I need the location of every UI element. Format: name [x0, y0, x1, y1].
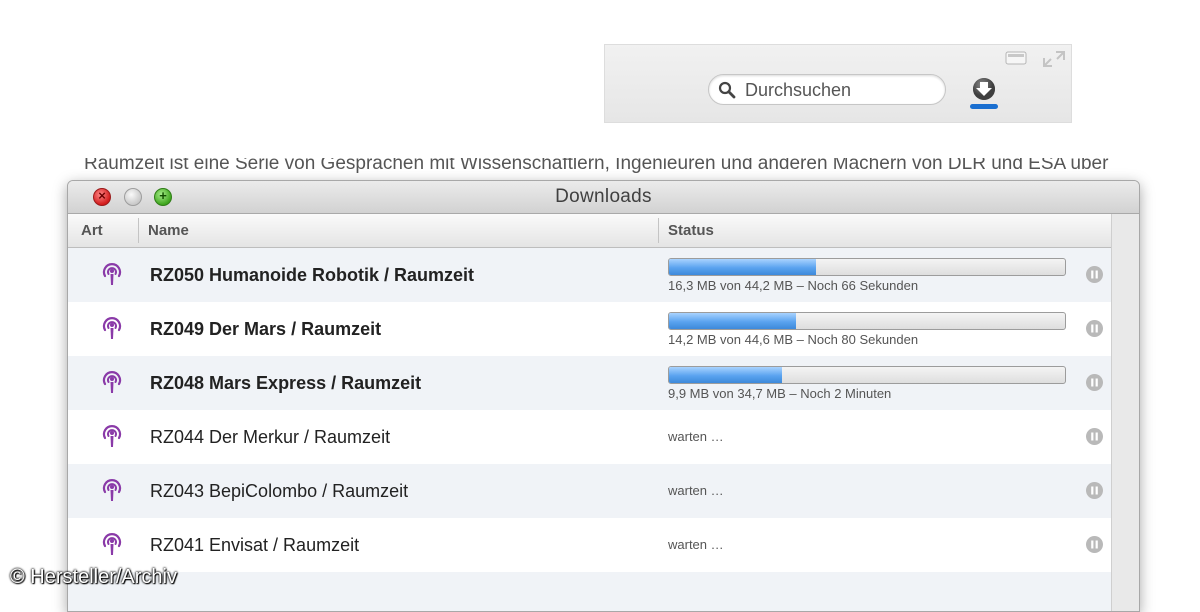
podcast-icon: [102, 317, 122, 339]
download-status: warten …: [668, 537, 724, 552]
progress-bar: [668, 366, 1066, 384]
progress-fill: [669, 313, 796, 329]
download-name: RZ043 BepiColombo / Raumzeit: [150, 481, 409, 501]
podcast-icon: [102, 533, 122, 555]
download-row[interactable]: RZ044 Der Merkur / Raumzeit warten …: [68, 410, 1111, 464]
progress-fill: [669, 259, 816, 275]
download-name: RZ048 Mars Express / Raumzeit: [150, 373, 422, 393]
pause-icon[interactable]: [1085, 319, 1104, 338]
search-input[interactable]: [743, 78, 937, 103]
podcast-icon: [102, 425, 122, 447]
download-status: 14,2 MB von 44,6 MB – Noch 80 Sekunden: [668, 332, 919, 347]
window-titlebar[interactable]: × + Downloads: [68, 181, 1139, 214]
podcast-icon: [102, 479, 122, 501]
podcast-icon: [102, 371, 122, 393]
progress-bar: [668, 312, 1066, 330]
column-divider[interactable]: [658, 218, 659, 243]
pause-icon[interactable]: [1085, 265, 1104, 284]
browser-toolbar: [604, 44, 1072, 123]
progress-bar: [668, 258, 1066, 276]
download-status: warten …: [668, 429, 724, 444]
pause-icon[interactable]: [1085, 427, 1104, 446]
downloads-window: × + Downloads Art Name Status RZ050 Huma…: [67, 180, 1140, 612]
download-status: warten …: [668, 483, 724, 498]
search-icon: [718, 81, 736, 99]
fullscreen-icon[interactable]: [1041, 49, 1067, 69]
copyright-text: © Hersteller/Archiv: [10, 566, 177, 588]
download-arrow-icon[interactable]: [967, 75, 1001, 111]
column-header-art[interactable]: Art: [81, 214, 103, 247]
download-name: RZ041 Envisat / Raumzeit: [150, 535, 360, 555]
progress-fill: [669, 367, 782, 383]
downloads-list: RZ050 Humanoide Robotik / Raumzeit 16,3 M…: [68, 248, 1111, 611]
download-row[interactable]: RZ050 Humanoide Robotik / Raumzeit 16,3 M…: [68, 248, 1111, 302]
download-row[interactable]: RZ048 Mars Express / Raumzeit 9,9 MB von …: [68, 356, 1111, 410]
pause-icon[interactable]: [1085, 481, 1104, 500]
window-mode-icon[interactable]: [1005, 51, 1027, 65]
download-name: RZ050 Humanoide Robotik / Raumzeit: [150, 265, 475, 285]
column-header-status[interactable]: Status: [668, 214, 714, 247]
download-name: RZ044 Der Merkur / Raumzeit: [150, 427, 391, 447]
download-name: RZ049 Der Mars / Raumzeit: [150, 319, 382, 339]
download-status: 9,9 MB von 34,7 MB – Noch 2 Minuten: [668, 386, 892, 401]
background-page-text: Raumzeit ist eine Serie von Gesprächen m…: [84, 158, 1109, 174]
pause-icon[interactable]: [1085, 535, 1104, 554]
pause-icon[interactable]: [1085, 373, 1104, 392]
download-row[interactable]: RZ043 BepiColombo / Raumzeit warten …: [68, 464, 1111, 518]
scrollbar[interactable]: [1111, 214, 1139, 611]
download-status: 16,3 MB von 44,2 MB – Noch 66 Sekunden: [668, 278, 919, 293]
download-row[interactable]: RZ049 Der Mars / Raumzeit 14,2 MB von 44,…: [68, 302, 1111, 356]
table-header: Art Name Status: [68, 214, 1111, 248]
podcast-icon: [102, 263, 122, 285]
download-row[interactable]: RZ041 Envisat / Raumzeit warten …: [68, 518, 1111, 572]
window-title: Downloads: [555, 186, 652, 207]
search-field[interactable]: [708, 74, 946, 105]
column-divider[interactable]: [138, 218, 139, 243]
column-header-name[interactable]: Name: [148, 214, 189, 247]
empty-row: [68, 572, 1111, 611]
